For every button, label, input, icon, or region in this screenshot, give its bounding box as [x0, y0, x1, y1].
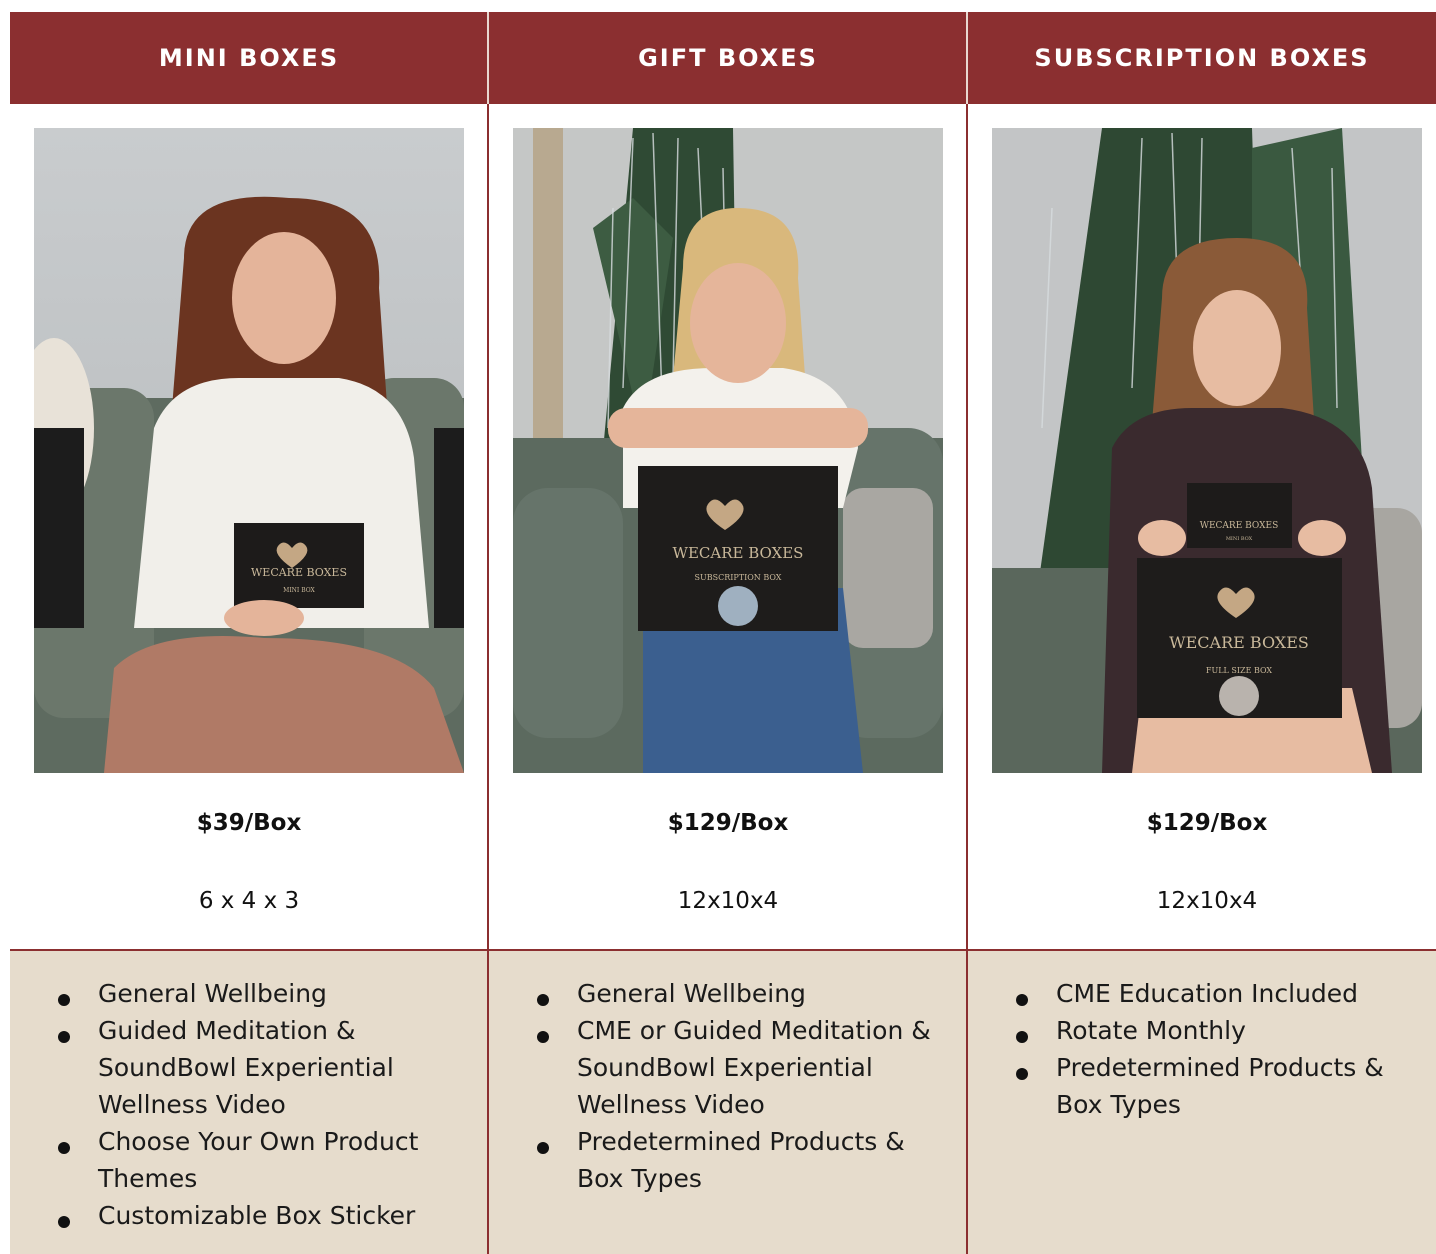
- dimensions-gift-box: 12x10x4: [677, 888, 779, 914]
- gift-box-type-text: SUBSCRIPTION BOX: [694, 573, 781, 582]
- features-top-border: [10, 949, 1436, 951]
- bullet-icon: [1016, 1031, 1028, 1043]
- bullet-icon: [58, 1216, 70, 1228]
- list-item: CME or Guided Meditation & SoundBowl Exp…: [513, 1012, 953, 1123]
- column-divider: [487, 951, 489, 1254]
- feature-text: CME Education Included: [1056, 979, 1359, 1008]
- photo-mini-box-image: WECARE BOXES MINI BOX: [34, 128, 464, 773]
- bullet-icon: [537, 994, 549, 1006]
- features-list-mini-box: General Wellbeing Guided Meditation & So…: [34, 975, 474, 1234]
- price-subscription-box: $129/Box: [1146, 810, 1268, 836]
- price-mini-box: $39/Box: [196, 810, 302, 836]
- bullet-icon: [58, 1142, 70, 1154]
- bullet-icon: [1016, 1068, 1028, 1080]
- features-list-subscription-box: CME Education Included Rotate Monthly Pr…: [992, 975, 1412, 1123]
- photo-mini-box: WECARE BOXES MINI BOX: [34, 128, 464, 773]
- mini-box-type-text: MINI BOX: [283, 587, 315, 594]
- features-list-gift-box: General Wellbeing CME or Guided Meditati…: [513, 975, 953, 1197]
- column-divider: [966, 951, 968, 1254]
- table-header: MINI BOXES GIFT BOXES SUBSCRIPTION BOXES: [10, 12, 1436, 104]
- list-item: Predetermined Products & Box Types: [513, 1123, 953, 1197]
- feature-text: Predetermined Products & Box Types: [1056, 1053, 1384, 1119]
- list-item: CME Education Included: [992, 975, 1412, 1012]
- mini-box-brand-text: WECARE BOXES: [251, 566, 347, 579]
- dimensions-mini-box: 6 x 4 x 3: [198, 888, 300, 914]
- feature-text: General Wellbeing: [577, 979, 806, 1008]
- comparison-table: MINI BOXES GIFT BOXES SUBSCRIPTION BOXES: [10, 12, 1436, 1254]
- price-gift-box: $129/Box: [667, 810, 789, 836]
- photo-gift-box-image: WECARE BOXES SUBSCRIPTION BOX: [513, 128, 943, 773]
- photo-subscription-box: WECARE BOXES MINI BOX WECARE BOXES FULL …: [992, 128, 1422, 773]
- list-item: Choose Your Own Product Themes: [34, 1123, 474, 1197]
- full-box-brand-text: WECARE BOXES: [1169, 633, 1309, 652]
- feature-text: Choose Your Own Product Themes: [98, 1127, 419, 1193]
- bullet-icon: [58, 994, 70, 1006]
- list-item: Predetermined Products & Box Types: [992, 1049, 1412, 1123]
- list-item: Guided Meditation & SoundBowl Experienti…: [34, 1012, 474, 1123]
- dimensions-subscription-box: 12x10x4: [1156, 888, 1258, 914]
- photo-gift-box: WECARE BOXES SUBSCRIPTION BOX: [513, 128, 943, 773]
- feature-text: Predetermined Products & Box Types: [577, 1127, 905, 1193]
- feature-text: Rotate Monthly: [1056, 1016, 1246, 1045]
- feature-text: Customizable Box Sticker: [98, 1201, 416, 1230]
- photo-subscription-box-image: WECARE BOXES MINI BOX WECARE BOXES FULL …: [992, 128, 1422, 773]
- list-item: General Wellbeing: [513, 975, 953, 1012]
- list-item: General Wellbeing: [34, 975, 474, 1012]
- bullet-icon: [1016, 994, 1028, 1006]
- bullet-icon: [537, 1031, 549, 1043]
- header-gift-boxes: GIFT BOXES: [638, 44, 818, 72]
- gift-box-brand-text: WECARE BOXES: [673, 544, 804, 562]
- header-mini-boxes: MINI BOXES: [158, 44, 340, 72]
- list-item: Customizable Box Sticker: [34, 1197, 474, 1234]
- header-divider: [487, 12, 489, 104]
- feature-text: General Wellbeing: [98, 979, 327, 1008]
- feature-text: Guided Meditation & SoundBowl Experienti…: [98, 1016, 394, 1119]
- bullet-icon: [58, 1031, 70, 1043]
- mini-box-type-text: MINI BOX: [1226, 536, 1253, 542]
- bullet-icon: [537, 1142, 549, 1154]
- header-divider: [966, 12, 968, 104]
- header-subscription-boxes: SUBSCRIPTION BOXES: [1034, 44, 1370, 72]
- mini-box-brand-text: WECARE BOXES: [1200, 521, 1279, 531]
- feature-text: CME or Guided Meditation & SoundBowl Exp…: [577, 1016, 931, 1119]
- full-box-type-text: FULL SIZE BOX: [1206, 666, 1272, 675]
- list-item: Rotate Monthly: [992, 1012, 1412, 1049]
